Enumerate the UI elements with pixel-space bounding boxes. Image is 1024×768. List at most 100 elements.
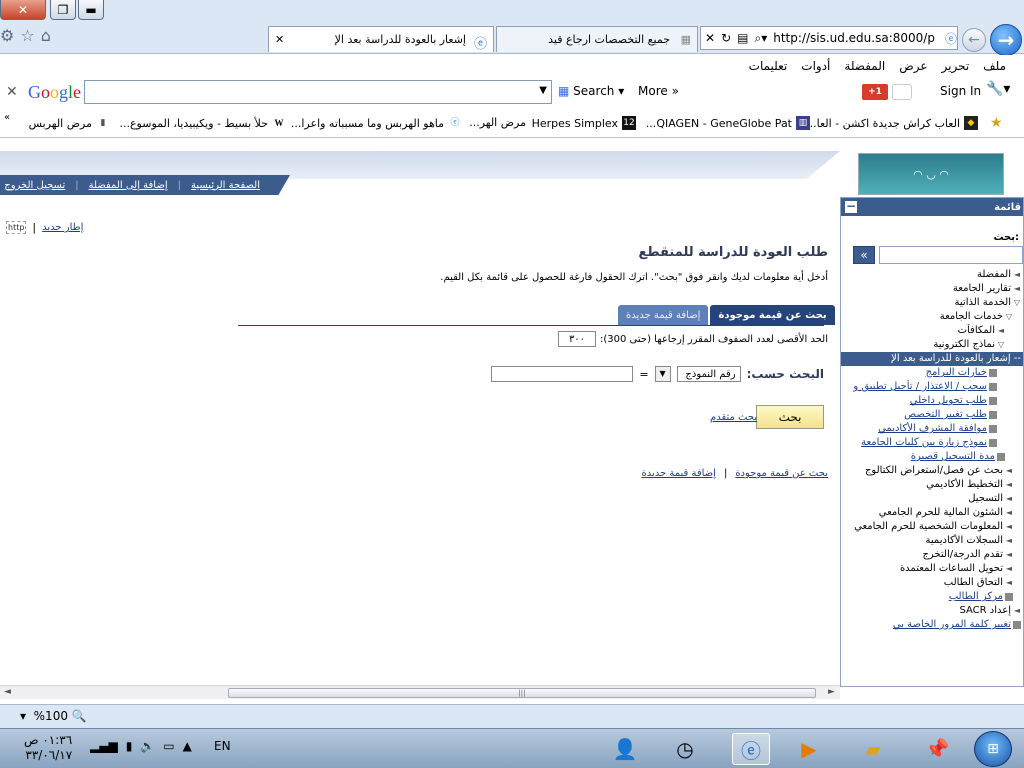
collapse-icon[interactable]: − bbox=[845, 200, 857, 213]
sidebar-item[interactable]: طلب تغيير التخصص bbox=[841, 408, 1023, 422]
dropdown-arrow-icon[interactable]: ▼ bbox=[654, 366, 671, 382]
sidebar-search-button[interactable]: « bbox=[853, 246, 875, 264]
start-button[interactable]: ⊞ bbox=[974, 731, 1012, 767]
sidebar-item[interactable]: ◄ المفضلة bbox=[841, 268, 1023, 282]
scrollbar-thumb[interactable]: ||| bbox=[228, 688, 816, 698]
new-window-link[interactable]: إطار جديد bbox=[42, 222, 83, 233]
chevron-more-icon[interactable]: « bbox=[4, 112, 10, 123]
collapsed-arrow-icon[interactable]: ◄ bbox=[1005, 508, 1013, 518]
menu-help[interactable]: تعليمات bbox=[749, 59, 788, 73]
collapsed-arrow-icon[interactable]: ◄ bbox=[1005, 494, 1013, 504]
google-signin-button[interactable]: Sign In bbox=[940, 84, 981, 98]
favorite-item[interactable]: W حلأ بسيط - ويكيبيديا، الموسوع... bbox=[120, 116, 287, 130]
menu-view[interactable]: عرض bbox=[899, 59, 927, 73]
browser-tab[interactable]: ▦ جميع التخصصات ارجاع قيد bbox=[496, 26, 698, 52]
battery-icon[interactable]: ▮ bbox=[126, 739, 133, 753]
sidebar-item[interactable]: خيارات البرامج bbox=[841, 366, 1023, 380]
horizontal-scrollbar[interactable]: ◄ ||| ► bbox=[0, 685, 840, 699]
menu-file[interactable]: ملف bbox=[983, 59, 1006, 73]
scroll-right-icon[interactable]: ► bbox=[828, 687, 835, 697]
expanded-arrow-icon[interactable]: ▽ bbox=[997, 340, 1005, 350]
add-new-link[interactable]: إضافة قيمة جديدة bbox=[641, 468, 715, 479]
signal-icon[interactable]: ▂▄▆ bbox=[90, 739, 118, 753]
max-rows-input[interactable] bbox=[558, 331, 596, 347]
search-field-select[interactable]: رقم النموذج bbox=[676, 366, 741, 382]
sidebar-item[interactable]: ◄ بحث عن فصل/استعراض الكتالوج bbox=[841, 464, 1023, 478]
sidebar-item[interactable]: ◄ تحويل الساعات المعتمدة bbox=[841, 562, 1023, 576]
system-clock[interactable]: ٠١:٣٦ ص ٣٣/٠٦/١٧ bbox=[24, 733, 72, 763]
google-search-button[interactable]: ▦ Search ▾ bbox=[558, 84, 624, 98]
sidebar-item[interactable]: ▽ خدمات الجامعة bbox=[841, 310, 1023, 324]
sidebar-item[interactable]: ◄ المكافآت bbox=[841, 324, 1023, 338]
sidebar-search-input[interactable] bbox=[879, 246, 1023, 264]
expanded-arrow-icon[interactable]: ▽ bbox=[1005, 312, 1013, 322]
minimize-window-button[interactable]: ▬ bbox=[78, 0, 104, 20]
favorite-item[interactable]: 12 Herpes Simplex bbox=[532, 116, 636, 130]
collapsed-arrow-icon[interactable]: ◄ bbox=[1013, 284, 1021, 294]
favorites-star-icon[interactable]: ☆ bbox=[20, 26, 34, 45]
expanded-arrow-icon[interactable]: ▽ bbox=[1013, 298, 1021, 308]
sidebar-item[interactable]: مركز الطالب bbox=[841, 590, 1023, 604]
sidebar-item[interactable]: ◄ التخطيط الأكاديمي bbox=[841, 478, 1023, 492]
folder-icon[interactable]: ▰ bbox=[854, 733, 892, 765]
language-indicator[interactable]: EN bbox=[214, 739, 231, 753]
collapsed-arrow-icon[interactable]: ◄ bbox=[997, 326, 1005, 336]
sidebar-item[interactable]: موافقة المشرف الأكاديمي bbox=[841, 422, 1023, 436]
search-button[interactable]: بحث bbox=[756, 405, 824, 429]
sidebar-item[interactable]: ◄ التحاق الطالب bbox=[841, 576, 1023, 590]
close-window-button[interactable]: ✕ bbox=[0, 0, 46, 20]
collapsed-arrow-icon[interactable]: ◄ bbox=[1005, 536, 1013, 546]
sidebar-item[interactable]: -- إشعار بالعودة للدراسة بعد الإ bbox=[841, 352, 1023, 366]
menu-tools[interactable]: أدوات bbox=[801, 59, 830, 73]
sidebar-item[interactable]: ◄ إعداد SACR bbox=[841, 604, 1023, 618]
tray-expand-icon[interactable]: ▲ bbox=[183, 739, 192, 753]
sidebar-item[interactable]: ◄ تقدم الدرجة/التخرج bbox=[841, 548, 1023, 562]
collapsed-arrow-icon[interactable]: ◄ bbox=[1005, 522, 1013, 532]
home-icon[interactable]: ⌂ bbox=[41, 26, 51, 45]
sidebar-item[interactable]: سحب / الاعتذار / تأجيل تطبيق و bbox=[841, 380, 1023, 394]
internet-explorer-icon[interactable]: ⓔ bbox=[732, 733, 770, 765]
favorite-item[interactable]: ▮ مرض الهربس bbox=[29, 116, 110, 130]
refresh-icon[interactable]: ↻ bbox=[721, 31, 731, 45]
collapsed-arrow-icon[interactable]: ◄ bbox=[1005, 480, 1013, 490]
gear-icon[interactable]: ⚙ bbox=[0, 26, 14, 45]
close-tab-icon[interactable]: ✕ bbox=[275, 33, 284, 46]
sign-out-link[interactable]: تسجيل الخروج bbox=[4, 180, 65, 191]
zoom-control[interactable]: ▾ %100 🔍 bbox=[20, 709, 87, 723]
advanced-search-link[interactable]: بحث متقدم bbox=[710, 412, 757, 423]
browser-tab-active[interactable]: ⓔ إشعار بالعودة للدراسة بعد الإ ✕ bbox=[268, 26, 494, 52]
sidebar-item[interactable]: ◄ الشئون المالية للحرم الجامعي bbox=[841, 506, 1023, 520]
sidebar-item[interactable]: ▽ الخدمة الذاتية bbox=[841, 296, 1023, 310]
menu-edit[interactable]: تحرير bbox=[942, 59, 970, 73]
sidebar-item[interactable]: ◄ المعلومات الشخصية للحرم الجامعي bbox=[841, 520, 1023, 534]
favorites-star-icon[interactable]: ★ bbox=[990, 115, 1003, 131]
collapsed-arrow-icon[interactable]: ◄ bbox=[1005, 564, 1013, 574]
google-more-button[interactable]: More » bbox=[638, 84, 679, 98]
sidebar-item[interactable]: تغيير كلمة المرور الخاصة بي bbox=[841, 618, 1023, 632]
collapsed-arrow-icon[interactable]: ◄ bbox=[1005, 466, 1013, 476]
messenger-icon[interactable]: 👤 bbox=[606, 733, 644, 765]
media-player-icon[interactable]: ▶ bbox=[790, 733, 828, 765]
volume-icon[interactable]: 🔈 bbox=[140, 739, 155, 753]
add-to-favorites-link[interactable]: إضافة إلى المفضلة bbox=[89, 180, 168, 191]
favorite-item[interactable]: ◆ العاب كراش جديدة اكشن - العا... bbox=[806, 116, 978, 130]
collapsed-arrow-icon[interactable]: ◄ bbox=[1005, 550, 1013, 560]
clock-app-icon[interactable]: ◷ bbox=[666, 733, 704, 765]
find-existing-link[interactable]: بحث عن قيمة موجودة bbox=[735, 468, 828, 479]
sidebar-item[interactable]: طلب تحويل داخلي bbox=[841, 394, 1023, 408]
forward-button[interactable]: → bbox=[990, 24, 1022, 56]
home-link[interactable]: الصفحة الرئيسية bbox=[191, 180, 260, 191]
favorite-item[interactable]: ▥ QIAGEN - GeneGlobe Pat... bbox=[646, 116, 810, 130]
google-search-input[interactable]: ▼ bbox=[84, 80, 552, 104]
pin-icon[interactable]: 📌 bbox=[918, 733, 956, 765]
favorite-item[interactable]: مرض الهر... bbox=[469, 116, 526, 129]
sidebar-item[interactable]: مدة التسجيل قصيرة bbox=[841, 450, 1023, 464]
close-toolbar-icon[interactable]: ✕ bbox=[6, 84, 18, 100]
tab-add-new[interactable]: إضافة قيمة جديدة bbox=[618, 305, 709, 325]
sidebar-item[interactable]: ◄ تقارير الجامعة bbox=[841, 282, 1023, 296]
restore-window-button[interactable]: ❐ bbox=[50, 0, 76, 20]
sidebar-item[interactable]: ▽ نماذج الكترونية bbox=[841, 338, 1023, 352]
dropdown-arrow-icon[interactable]: ▼ bbox=[539, 85, 547, 96]
toggle-switch[interactable] bbox=[892, 84, 912, 100]
search-dropdown-icon[interactable]: ⌕▾ bbox=[754, 31, 767, 46]
